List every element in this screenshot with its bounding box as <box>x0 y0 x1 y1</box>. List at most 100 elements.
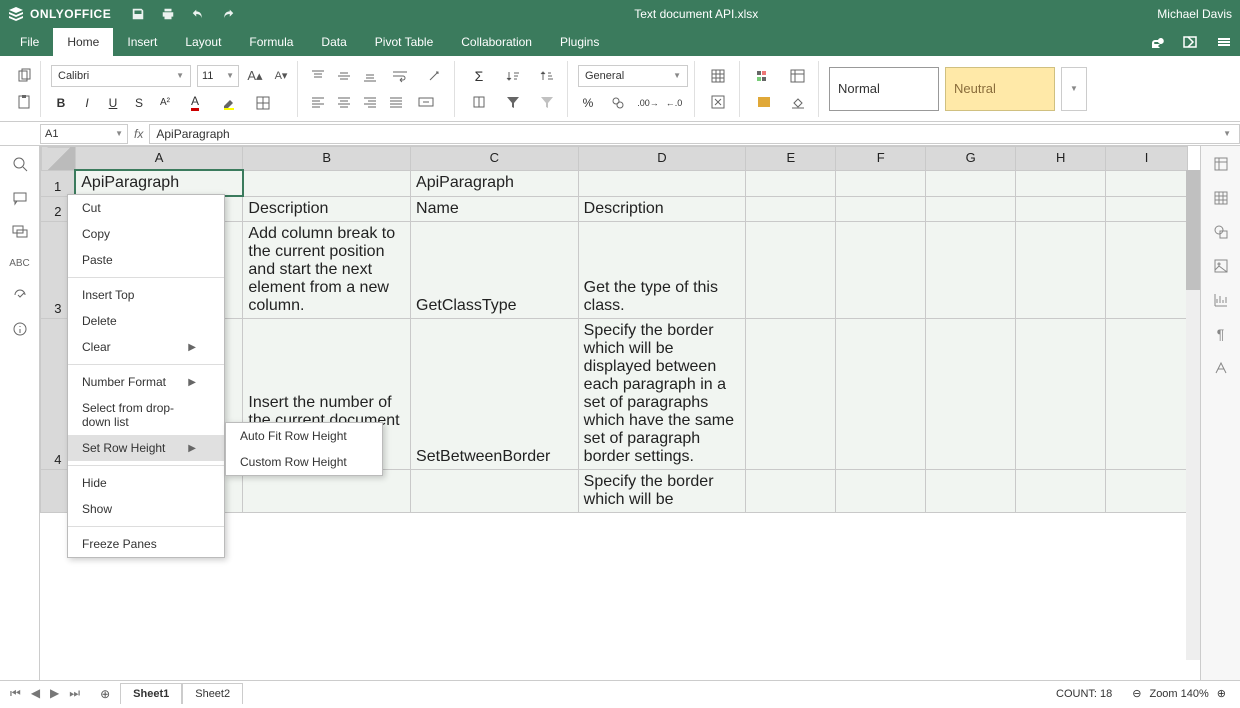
align-justify-icon[interactable] <box>386 92 406 112</box>
menu-cut[interactable]: Cut <box>68 195 224 221</box>
menu-hide[interactable]: Hide <box>68 470 224 496</box>
select-all-corner[interactable] <box>41 147 76 171</box>
tab-home[interactable]: Home <box>53 28 113 56</box>
italic-icon[interactable]: I <box>77 93 97 113</box>
col-header[interactable]: B <box>243 147 411 171</box>
align-center-icon[interactable] <box>334 92 354 112</box>
conditional-format-icon[interactable] <box>750 66 778 86</box>
borders-icon[interactable] <box>249 93 277 113</box>
decrease-font-icon[interactable]: A▾ <box>271 66 291 86</box>
align-left-icon[interactable] <box>308 92 328 112</box>
align-right-icon[interactable] <box>360 92 380 112</box>
sheet-tab[interactable]: Sheet2 <box>182 683 243 704</box>
filter-icon[interactable] <box>499 92 527 112</box>
hamburger-icon[interactable] <box>1216 34 1232 50</box>
col-header[interactable]: H <box>1016 147 1106 171</box>
menu-custom-row-height[interactable]: Custom Row Height <box>226 449 382 475</box>
col-header[interactable]: I <box>1106 147 1188 171</box>
undo-icon[interactable] <box>191 7 205 21</box>
orientation-icon[interactable] <box>420 66 448 86</box>
tab-insert[interactable]: Insert <box>113 28 171 56</box>
style-normal[interactable]: Normal <box>829 67 939 111</box>
open-location-icon[interactable] <box>1182 34 1198 50</box>
print-icon[interactable] <box>161 7 175 21</box>
menu-select-from-drop-down-list[interactable]: Select from drop-down list <box>68 395 224 435</box>
accounting-icon[interactable] <box>604 93 632 113</box>
dec-decimal-icon[interactable]: .00→ <box>638 93 658 113</box>
underline-icon[interactable]: U <box>103 93 123 113</box>
superscript-icon[interactable]: A² <box>155 93 175 113</box>
menu-show[interactable]: Show <box>68 496 224 522</box>
tab-collaboration[interactable]: Collaboration <box>447 28 546 56</box>
tab-layout[interactable]: Layout <box>171 28 235 56</box>
col-header[interactable]: E <box>746 147 836 171</box>
merge-icon[interactable] <box>412 92 440 112</box>
table-settings-icon[interactable] <box>1213 190 1229 206</box>
delete-cells-icon[interactable] <box>705 92 733 112</box>
sheet-last-icon[interactable]: ⏭ <box>69 686 80 701</box>
shape-settings-icon[interactable] <box>1213 224 1229 240</box>
copy-icon[interactable] <box>14 66 34 86</box>
sheet-prev-icon[interactable]: ◀ <box>31 686 40 701</box>
vertical-scrollbar[interactable] <box>1186 170 1200 660</box>
fx-icon[interactable]: fx <box>128 127 149 141</box>
cell-styles-icon[interactable] <box>750 92 778 112</box>
align-bottom-icon[interactable] <box>360 66 380 86</box>
image-settings-icon[interactable] <box>1213 258 1229 274</box>
formula-bar[interactable]: ApiParagraph▼ <box>149 124 1240 144</box>
col-header[interactable]: A <box>75 147 243 171</box>
tab-pivot[interactable]: Pivot Table <box>361 28 447 56</box>
style-neutral[interactable]: Neutral <box>945 67 1055 111</box>
clear-icon[interactable] <box>784 92 812 112</box>
menu-copy[interactable]: Copy <box>68 221 224 247</box>
menu-freeze-panes[interactable]: Freeze Panes <box>68 531 224 557</box>
menu-delete[interactable]: Delete <box>68 308 224 334</box>
tab-file[interactable]: File <box>6 28 53 56</box>
cell[interactable]: ApiParagraph <box>411 170 579 196</box>
col-header[interactable]: G <box>926 147 1016 171</box>
number-format-select[interactable]: General▼ <box>578 65 688 87</box>
chart-settings-icon[interactable] <box>1213 292 1229 308</box>
sort-desc-icon[interactable] <box>533 66 561 86</box>
col-header[interactable]: D <box>578 147 746 171</box>
increase-font-icon[interactable]: A▴ <box>245 66 265 86</box>
sort-asc-icon[interactable] <box>499 66 527 86</box>
tab-plugins[interactable]: Plugins <box>546 28 613 56</box>
feedback-icon[interactable] <box>12 287 28 303</box>
col-header[interactable]: F <box>836 147 926 171</box>
textart-settings-icon[interactable] <box>1213 360 1229 376</box>
paragraph-settings-icon[interactable]: ¶ <box>1217 326 1225 342</box>
find-icon[interactable] <box>12 156 28 172</box>
align-top-icon[interactable] <box>308 66 328 86</box>
style-dropdown[interactable]: ▼ <box>1061 67 1087 111</box>
align-middle-icon[interactable] <box>334 66 354 86</box>
cell[interactable] <box>578 170 746 196</box>
highlight-icon[interactable] <box>215 93 243 113</box>
zoom-out-button[interactable]: ⊖ <box>1132 687 1141 700</box>
add-sheet-button[interactable]: ⊕ <box>90 687 120 701</box>
menu-auto-fit-row-height[interactable]: Auto Fit Row Height <box>226 423 382 449</box>
tab-data[interactable]: Data <box>307 28 360 56</box>
bold-icon[interactable]: B <box>51 93 71 113</box>
paste-icon[interactable] <box>14 92 34 112</box>
share-icon[interactable] <box>1148 34 1164 50</box>
spellcheck-icon[interactable]: ABC <box>9 258 30 269</box>
sheet-next-icon[interactable]: ▶ <box>50 686 59 701</box>
tab-formula[interactable]: Formula <box>235 28 307 56</box>
cell[interactable] <box>243 170 411 196</box>
menu-insert-top[interactable]: Insert Top <box>68 282 224 308</box>
menu-number-format[interactable]: Number Format▶ <box>68 369 224 395</box>
font-name-select[interactable]: Calibri▼ <box>51 65 191 87</box>
font-color-icon[interactable]: A <box>181 93 209 113</box>
comments-icon[interactable] <box>12 190 28 206</box>
about-icon[interactable] <box>12 321 28 337</box>
cell[interactable]: ApiParagraph <box>75 170 243 196</box>
fill-icon[interactable] <box>465 92 493 112</box>
sum-icon[interactable]: Σ <box>465 66 493 86</box>
format-table-icon[interactable] <box>784 66 812 86</box>
row-header[interactable]: 1 <box>41 170 76 196</box>
percent-icon[interactable]: % <box>578 93 598 113</box>
sheet-tab[interactable]: Sheet1 <box>120 683 182 704</box>
font-size-select[interactable]: 11▼ <box>197 65 239 87</box>
zoom-in-button[interactable]: ⊕ <box>1217 687 1226 700</box>
